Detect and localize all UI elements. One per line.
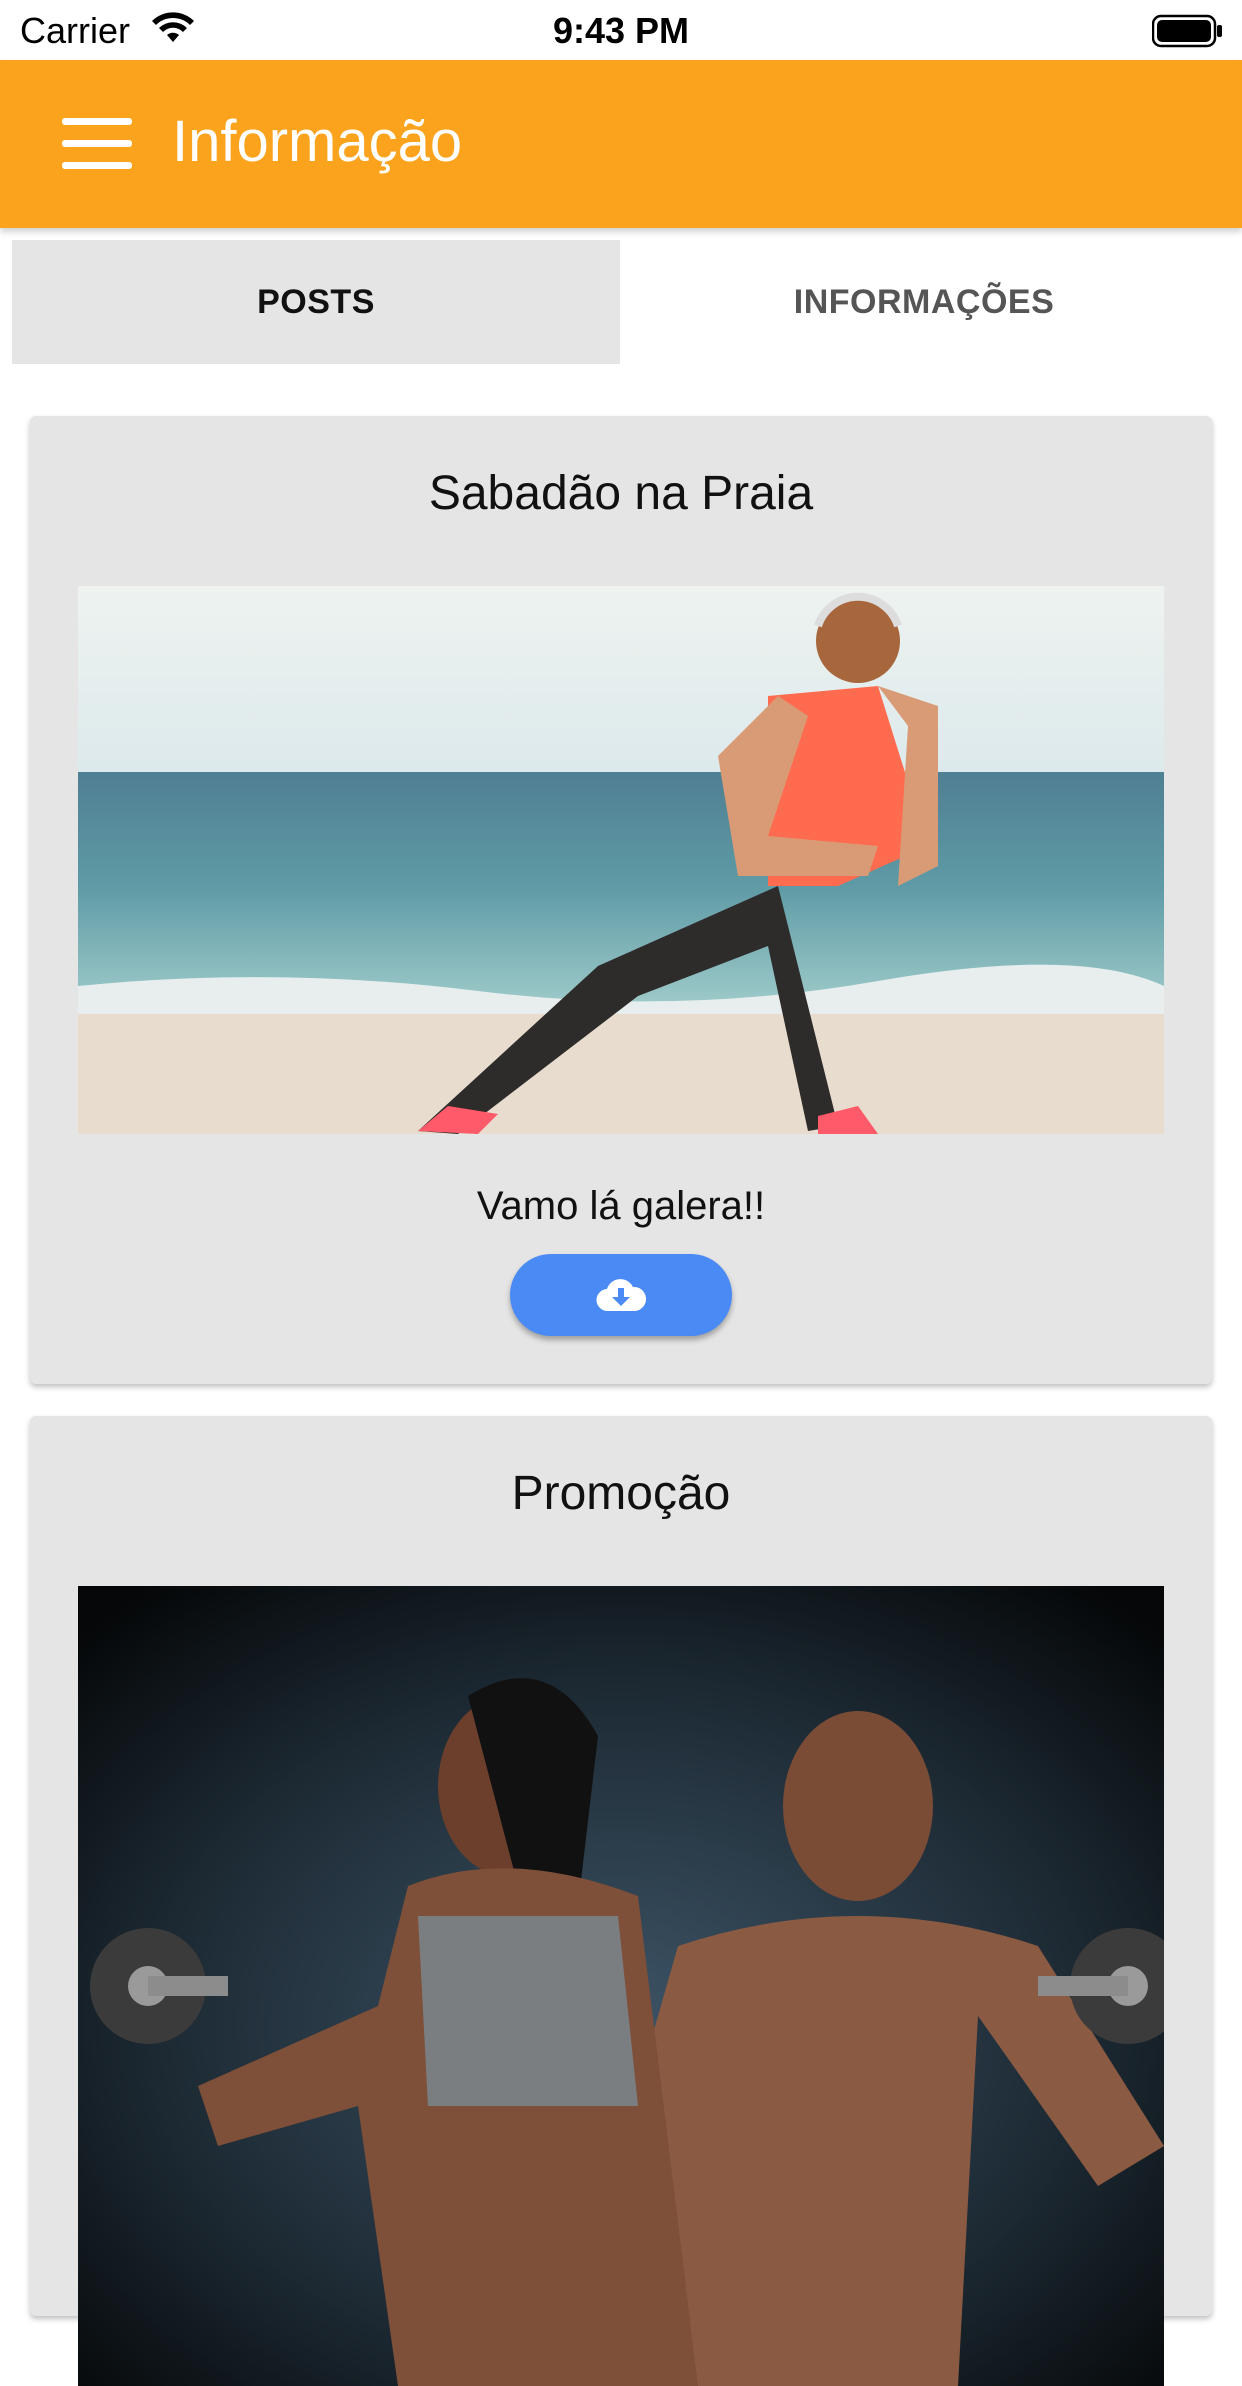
page-title: Informação xyxy=(172,109,463,174)
post-text: Vamo lá galera!! xyxy=(476,1184,766,1228)
download-button[interactable] xyxy=(510,1254,732,1336)
status-bar: Carrier 9:43 PM xyxy=(0,0,1242,60)
battery-icon xyxy=(1152,14,1222,48)
status-time: 9:43 PM xyxy=(552,10,690,51)
cloud-download-icon xyxy=(596,1279,647,1312)
post-card: Promoção xyxy=(30,1416,1212,2386)
post-image-beach xyxy=(78,586,1164,1134)
app-bar: Informação xyxy=(0,60,1242,228)
post-title: Promoção xyxy=(511,1467,731,1520)
post-card: Sabadão na Praia Vamo lá galera!! xyxy=(30,416,1212,1384)
tab-posts[interactable]: POSTS xyxy=(12,240,620,364)
post-image-gym xyxy=(78,1586,1164,2386)
tab-bar: POSTS INFORMAÇÕES xyxy=(12,240,1242,364)
tab-informacoes[interactable]: INFORMAÇÕES xyxy=(620,240,1228,364)
menu-icon[interactable] xyxy=(62,118,132,170)
post-title: Sabadão na Praia xyxy=(428,467,814,520)
